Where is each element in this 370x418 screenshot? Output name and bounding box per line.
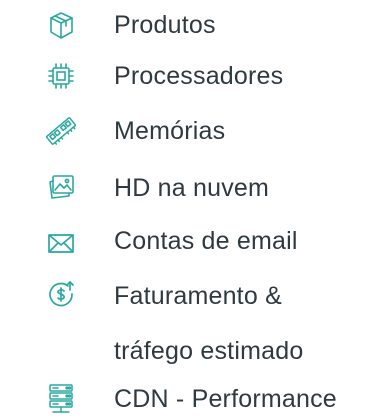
menu-item-faturamento[interactable]: Faturamento & tráfego estimado [0, 279, 370, 369]
box-icon [44, 8, 78, 42]
menu-item-label: Produtos [114, 11, 216, 39]
server-network-icon [44, 382, 78, 416]
menu-item-processadores[interactable]: Processadores [0, 59, 370, 93]
menu-item-memorias[interactable]: Memórias [0, 114, 370, 148]
envelope-icon [44, 226, 78, 260]
menu-item-label: HD na nuvem [114, 174, 270, 202]
menu-item-label: Contas de email [114, 227, 298, 255]
menu-item-hd-na-nuvem[interactable]: HD na nuvem [0, 171, 370, 205]
cloud-image-icon [44, 171, 78, 205]
menu-item-label: Faturamento & [114, 282, 282, 310]
menu-item-cdn-performance[interactable]: CDN - Performance [0, 382, 370, 416]
menu-item-produtos[interactable]: Produtos [0, 8, 370, 42]
menu-item-label: CDN - Performance [114, 385, 337, 413]
cpu-chip-icon [44, 59, 78, 93]
menu-item-contas-de-email[interactable]: Contas de email [0, 224, 370, 258]
dollar-arrow-icon [44, 279, 78, 313]
menu-item-label: Processadores [114, 62, 284, 90]
menu-item-label-line2: tráfego estimado [114, 337, 304, 365]
memory-ram-icon [44, 114, 78, 148]
menu-item-label: Memórias [114, 117, 226, 145]
